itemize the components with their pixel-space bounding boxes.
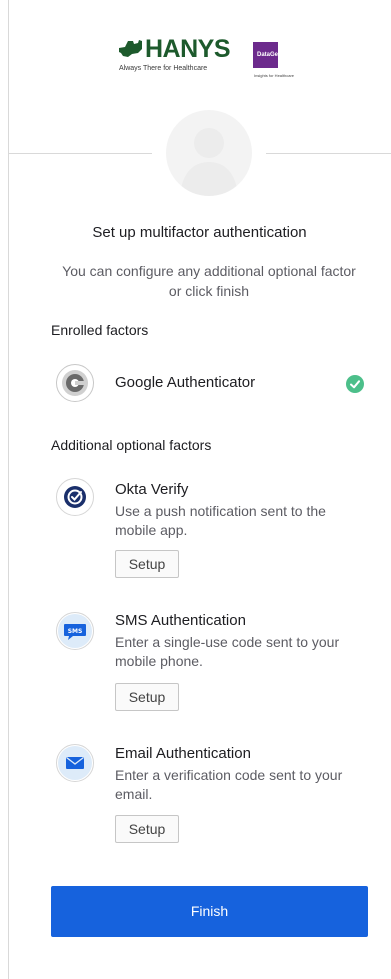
factor-name-email: Email Authentication bbox=[115, 745, 251, 762]
okta-verify-icon bbox=[56, 478, 94, 516]
finish-button[interactable]: Finish bbox=[51, 886, 368, 937]
new-york-state-icon bbox=[119, 40, 142, 57]
factor-name-google-authenticator: Google Authenticator bbox=[115, 374, 256, 391]
datagen-logo: DataGen Insights for Healthcare bbox=[253, 42, 313, 82]
hanys-wordmark: HANYS bbox=[145, 35, 231, 63]
setup-okta-verify-button[interactable]: Setup bbox=[115, 550, 179, 578]
factor-name-okta-verify: Okta Verify bbox=[115, 481, 189, 498]
user-silhouette-icon bbox=[180, 128, 238, 196]
sms-icon-text: SMS bbox=[68, 628, 83, 635]
email-icon bbox=[56, 744, 94, 782]
avatar bbox=[166, 110, 252, 196]
factor-description-okta-verify: Use a push notification sent to the mobi… bbox=[115, 503, 326, 538]
check-circle-icon bbox=[346, 375, 364, 393]
enrolled-factors-label: Enrolled factors bbox=[51, 322, 149, 338]
page-title: Set up multifactor authentication bbox=[92, 224, 307, 241]
datagen-badge: DataGen bbox=[253, 42, 282, 68]
hanys-tagline: Always There for Healthcare bbox=[119, 65, 208, 72]
hanys-logo: HANYS Always There for Healthcare bbox=[118, 36, 231, 77]
datagen-tagline: Insights for Healthcare bbox=[254, 73, 295, 78]
factor-description-sms: Enter a single-use code sent to your mob… bbox=[115, 634, 340, 669]
sms-icon: SMS bbox=[56, 612, 94, 650]
setup-sms-button[interactable]: Setup bbox=[115, 683, 179, 711]
optional-factors-label: Additional optional factors bbox=[51, 437, 212, 453]
factor-description-email: Enter a verification code sent to your e… bbox=[115, 767, 343, 802]
header-divider-left bbox=[8, 153, 152, 154]
page-subtitle: You can configure any additional optiona… bbox=[62, 263, 356, 299]
google-authenticator-icon bbox=[56, 364, 94, 402]
setup-email-button[interactable]: Setup bbox=[115, 815, 179, 843]
header-divider-right bbox=[266, 153, 391, 154]
factor-name-sms: SMS Authentication bbox=[115, 612, 246, 629]
datagen-wordmark: DataGen bbox=[257, 52, 282, 58]
